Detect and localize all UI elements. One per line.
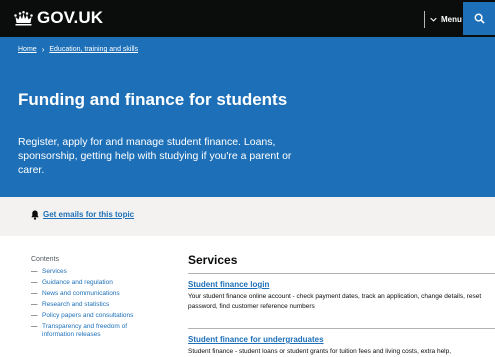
logo-text: GOV.UK [37,8,104,27]
bell-icon [31,210,39,220]
contents-link-policy[interactable]: Policy papers and consultations [42,312,133,320]
contents-item: — Guidance and regulation [31,279,113,287]
services-heading: Services [188,253,238,267]
contents-item: — Policy papers and consultations [31,312,134,320]
breadcrumb-home[interactable]: Home [18,46,37,53]
chevron-down-icon [430,17,437,22]
breadcrumb: Home › Education, training and skills [18,45,138,54]
contents-item: — News and communications [31,290,120,298]
service-item: Student finance for undergraduates Stude… [188,335,495,357]
contents-link-guidance[interactable]: Guidance and regulation [42,279,113,287]
contents-link-transparency[interactable]: Transparency and freedom of information … [42,323,151,339]
search-button[interactable] [463,2,495,35]
email-signup-banner: Get emails for this topic [0,197,495,236]
hero-banner: Home › Education, training and skills Fu… [0,37,495,197]
govuk-logo-link[interactable]: GOV.UK [14,9,103,27]
menu-label: Menu [441,14,462,24]
student-finance-login-link[interactable]: Student finance login [188,280,495,290]
contents-item: — Services [31,268,67,276]
page-description: Register, apply for and manage student f… [18,136,292,176]
breadcrumb-education[interactable]: Education, training and skills [49,46,138,53]
service-description: Student finance - student loans or stude… [188,348,452,355]
service-divider [188,328,495,329]
student-finance-undergraduates-link[interactable]: Student finance for undergraduates [188,335,495,345]
contents-item: — Transparency and freedom of information… [31,323,151,339]
service-item: Student finance login Your student finan… [188,280,495,312]
get-emails-link[interactable]: Get emails for this topic [43,210,134,219]
contents-link-services[interactable]: Services [42,268,67,276]
contents-link-research[interactable]: Research and statistics [42,301,109,309]
contents-list: — Services — Guidance and regulation — News… [31,268,151,342]
contents-link-news[interactable]: News and communications [42,290,120,298]
services-divider [188,273,495,274]
crown-icon [14,10,33,25]
menu-divider [424,11,425,28]
menu-button[interactable]: Menu [430,10,462,28]
contents-title: Contents [31,256,60,263]
page-title: Funding and finance for students [18,90,288,109]
site-header: GOV.UK Menu [0,0,495,37]
contents-item: — Research and statistics [31,301,110,309]
service-description: Your student finance online account - ch… [188,293,482,310]
breadcrumb-separator-icon: › [41,45,45,54]
search-icon [474,13,485,24]
